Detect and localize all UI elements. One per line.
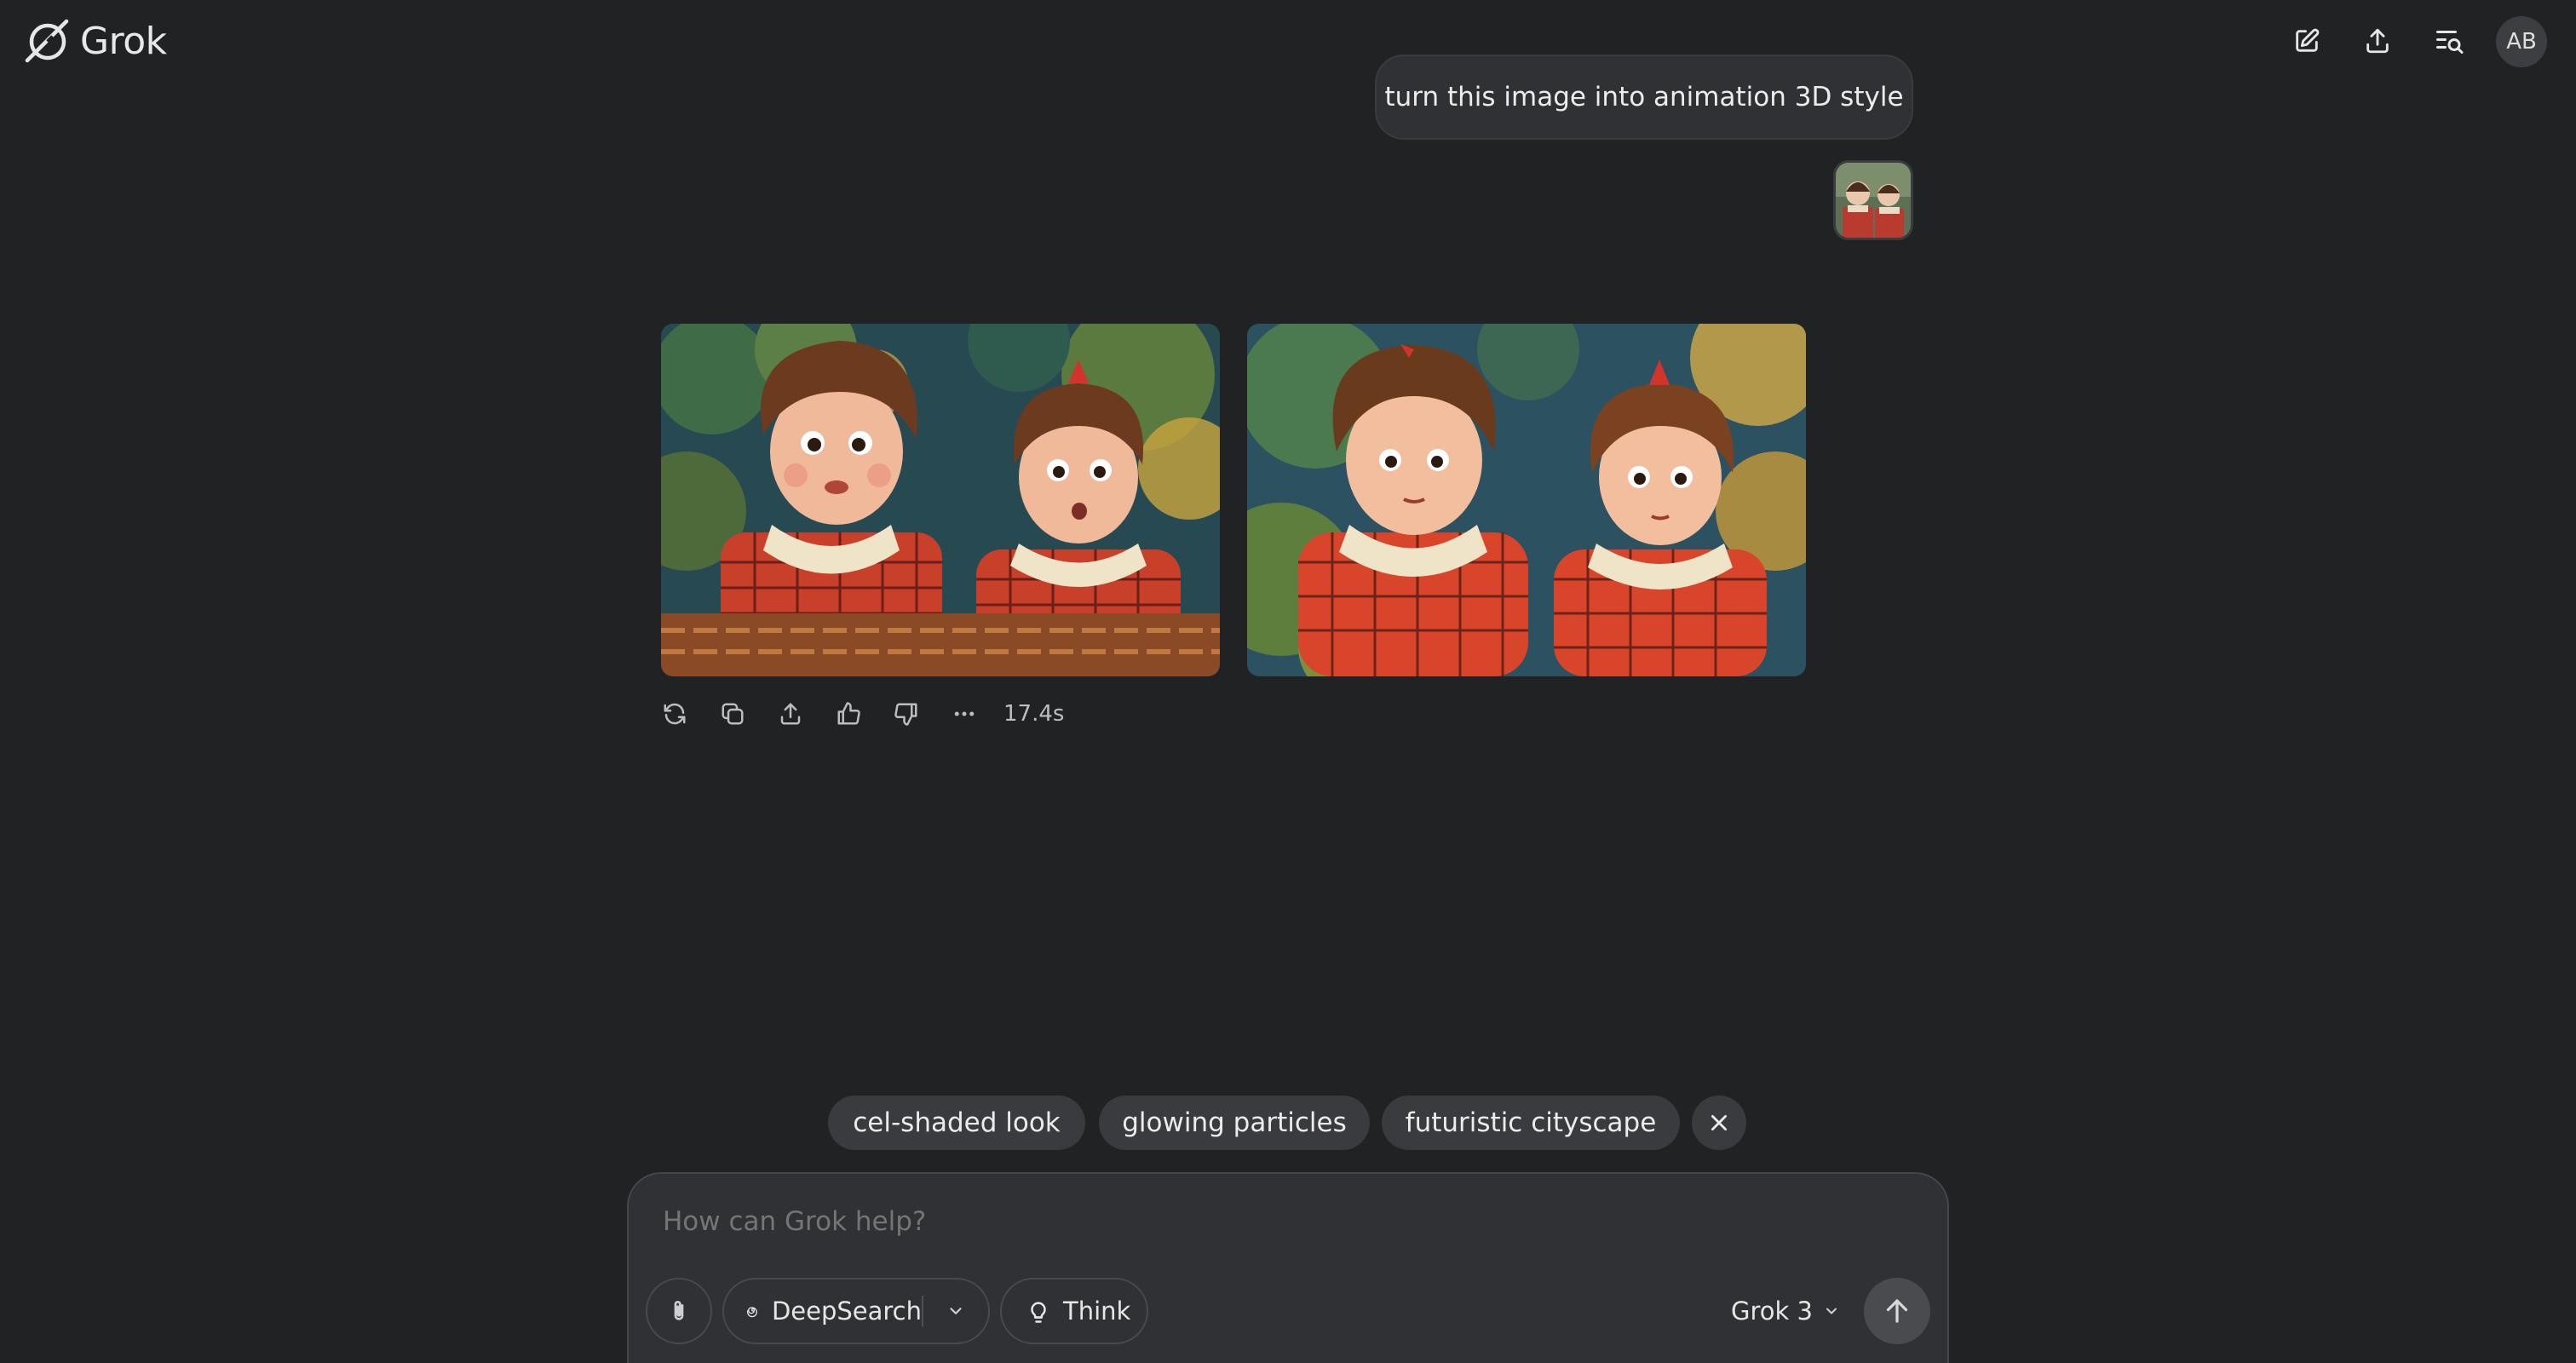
generated-image-1[interactable] (661, 324, 1220, 676)
think-button[interactable]: Think (1000, 1278, 1148, 1344)
lightbulb-icon (1031, 1302, 1046, 1323)
chevron-down-icon (1826, 1308, 1837, 1314)
like-button[interactable] (830, 695, 867, 733)
deepsearch-options-button[interactable] (923, 1280, 988, 1343)
regenerate-icon (664, 703, 686, 725)
generated-image-2[interactable] (1247, 324, 1806, 676)
deepsearch-button[interactable]: DeepSearch (724, 1280, 922, 1343)
deepsearch-swirl-icon (746, 1307, 757, 1318)
composer: DeepSearch Think Grok 3 (627, 1172, 1949, 1363)
thumbs-down-icon (894, 703, 917, 726)
user-avatar[interactable]: AB (2496, 16, 2547, 67)
more-button[interactable] (946, 695, 983, 733)
dismiss-suggestions-button[interactable] (1692, 1096, 1746, 1150)
think-label: Think (1063, 1297, 1131, 1326)
share-icon (780, 703, 801, 725)
model-selector[interactable]: Grok 3 (1731, 1278, 1840, 1344)
share-button[interactable] (2354, 17, 2401, 65)
regenerate-button[interactable] (656, 695, 693, 733)
history-search-icon (2436, 31, 2464, 54)
upload-icon (2366, 28, 2389, 54)
model-label: Grok 3 (1731, 1297, 1813, 1326)
attach-button[interactable] (646, 1278, 712, 1344)
deepsearch-toggle[interactable]: DeepSearch (722, 1278, 990, 1344)
copy-button[interactable] (714, 695, 751, 733)
prompt-input[interactable] (663, 1206, 1855, 1237)
grok-logo-icon (25, 19, 69, 63)
paperclip-icon (674, 1301, 684, 1320)
suggestion-chip[interactable]: glowing particles (1099, 1096, 1370, 1150)
dislike-button[interactable] (888, 695, 925, 733)
edit-pencil-icon (2296, 28, 2320, 52)
thumbs-up-icon (837, 702, 860, 725)
suggestion-chip[interactable]: cel-shaded look (828, 1096, 1085, 1150)
app-name: Grok (80, 19, 167, 63)
arrow-up-icon (1886, 1299, 1908, 1323)
more-icon (954, 711, 975, 716)
new-chat-button[interactable] (2283, 17, 2331, 65)
deepsearch-label: DeepSearch (771, 1297, 922, 1326)
suggestion-chip[interactable]: futuristic cityscape (1382, 1096, 1680, 1150)
history-button[interactable] (2425, 17, 2473, 65)
send-button[interactable] (1864, 1278, 1930, 1344)
chevron-down-icon (950, 1308, 962, 1314)
user-message: turn this image into animation 3D style (1375, 55, 1913, 140)
attached-image-thumbnail[interactable] (1833, 160, 1913, 240)
copy-icon (722, 703, 744, 725)
share-response-button[interactable] (772, 695, 809, 733)
grok-logo[interactable]: Grok (22, 14, 167, 68)
response-time: 17.4s (1003, 701, 1065, 727)
close-icon (1711, 1115, 1727, 1130)
